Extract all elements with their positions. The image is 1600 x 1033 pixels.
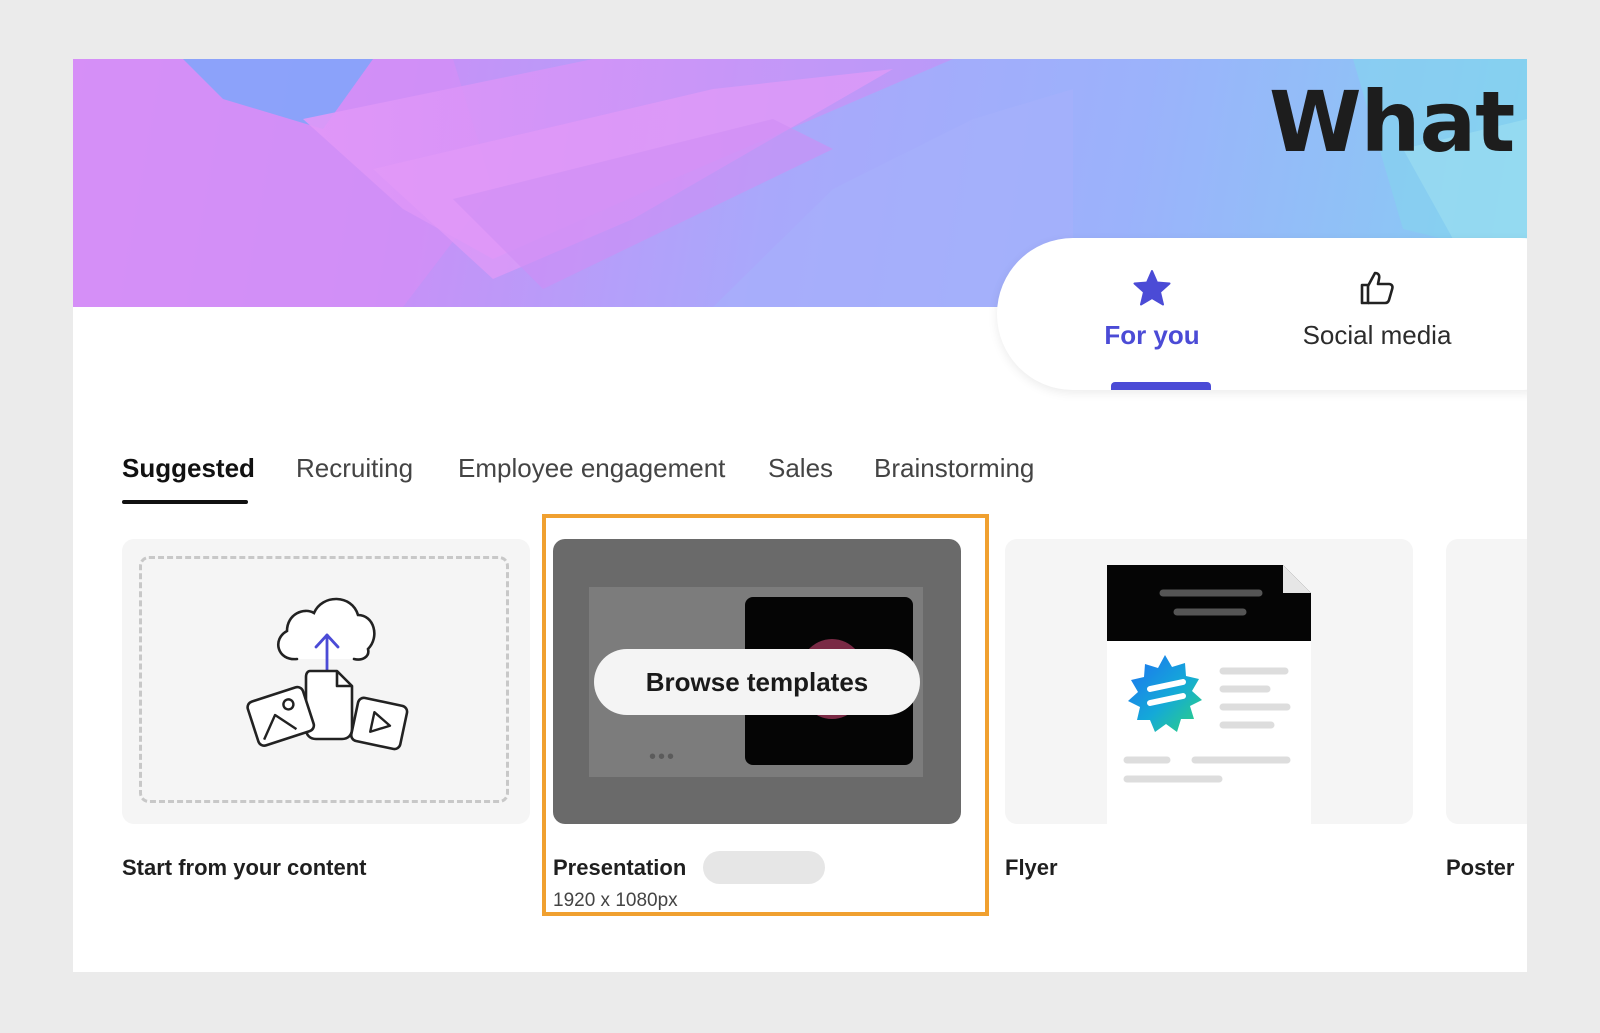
card-thumbnail[interactable] <box>1446 539 1527 824</box>
category-label: For you <box>1104 320 1200 350</box>
category-social-media[interactable]: Social media <box>1297 238 1457 390</box>
card-title: Poster <box>1446 855 1515 880</box>
star-icon <box>1133 270 1171 306</box>
highlight-frame <box>542 514 989 916</box>
category-label: Social media <box>1302 320 1452 350</box>
tab-suggested[interactable]: Suggested <box>122 453 255 484</box>
category-for-you[interactable]: For you <box>1087 238 1217 390</box>
card-thumbnail[interactable] <box>122 539 530 824</box>
app-frame: What c For you Social media Suggested Re… <box>73 59 1527 972</box>
active-tab-indicator <box>122 500 248 504</box>
card-title: Start from your content <box>122 855 367 880</box>
category-selector: For you Social media <box>997 238 1527 390</box>
hero-title: What c <box>1269 73 1527 171</box>
thumbs-up-icon <box>1360 271 1394 305</box>
tab-recruiting[interactable]: Recruiting <box>296 453 413 484</box>
cloud-upload-icon <box>246 597 409 751</box>
card-title: Flyer <box>1005 855 1058 880</box>
flyer-preview-illustration <box>1107 565 1311 824</box>
card-thumbnail[interactable] <box>1005 539 1413 824</box>
tab-brainstorming[interactable]: Brainstorming <box>874 453 1034 484</box>
active-category-indicator <box>1111 382 1211 390</box>
tab-sales[interactable]: Sales <box>768 453 833 484</box>
tab-employee-engagement[interactable]: Employee engagement <box>458 453 725 484</box>
